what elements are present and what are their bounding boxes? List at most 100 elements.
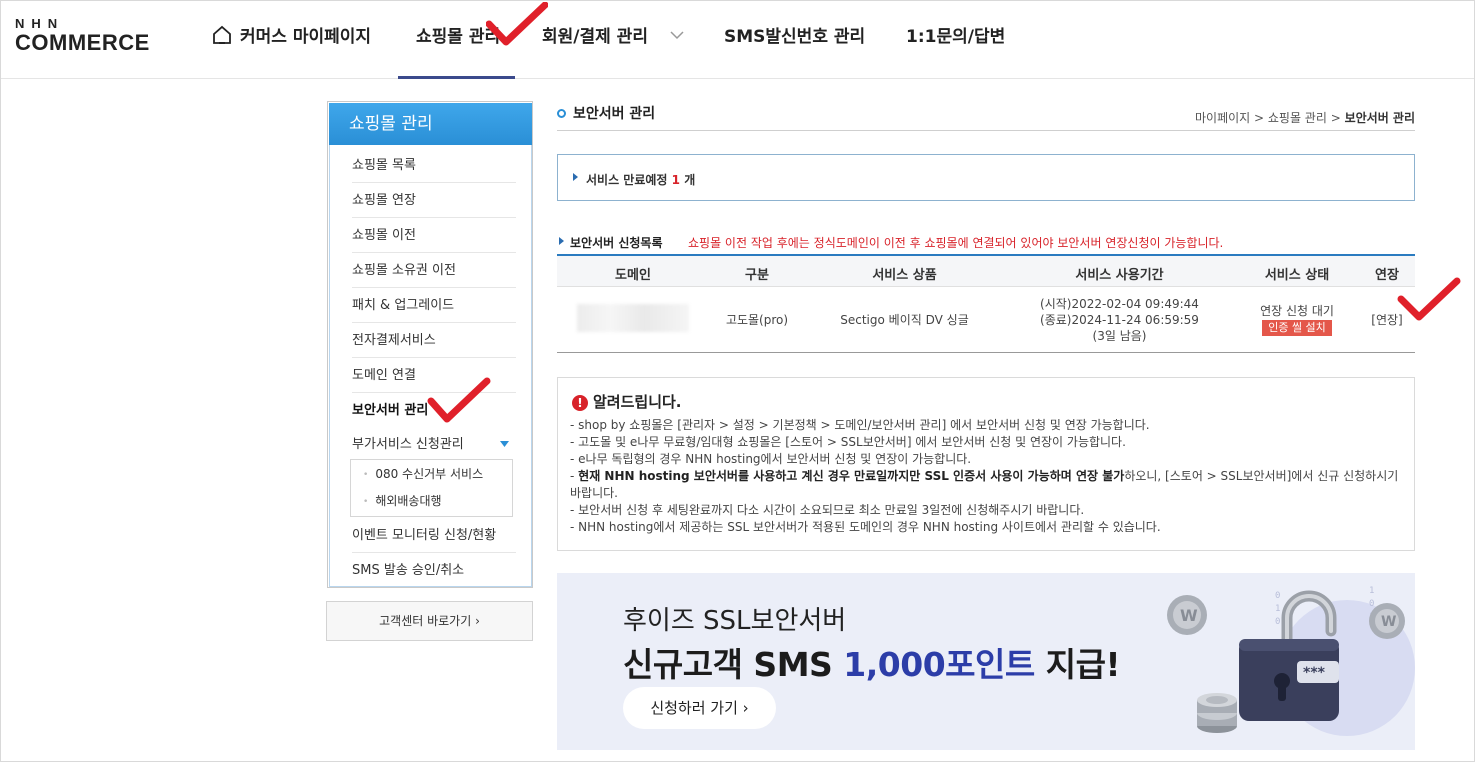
chevron-down-icon [500, 441, 509, 447]
sidebar-item-ownership[interactable]: 쇼핑몰 소유권 이전 [352, 253, 516, 288]
sidebar-menu: 쇼핑몰 목록 쇼핑몰 연장 쇼핑몰 이전 쇼핑몰 소유권 이전 패치 & 업그레… [329, 145, 532, 587]
banner-apply-button[interactable]: 신청하러 가기 › [623, 687, 776, 729]
notice-line: - shop by 쇼핑몰은 [관리자 > 설정 > 기본정책 > 도메인/보안… [570, 418, 1150, 432]
table-header: 도메인 구분 서비스 상품 서비스 사용기간 서비스 상태 연장 [557, 254, 1415, 287]
page-title-text: 보안서버 관리 [573, 106, 656, 122]
promo-banner[interactable]: 후이즈 SSL보안서버 신규고객 SMS 1,000포인트 지급! 신청하러 가… [557, 573, 1415, 750]
svg-text:W: W [1180, 606, 1198, 625]
page-title: 보안서버 관리 [557, 103, 655, 123]
notice-line: - NHN hosting에서 제공하는 SSL 보안서버가 적용된 도메인의 … [570, 520, 1161, 534]
nav-sms-sender[interactable]: SMS발신번호 관리 [724, 25, 865, 49]
bullet-icon [557, 109, 566, 118]
breadcrumb-item[interactable]: 쇼핑몰 관리 [1268, 111, 1327, 125]
nav-label: 회원/결제 관리 [542, 27, 648, 47]
sub-item-080[interactable]: 080 수신거부 서비스 [363, 463, 483, 485]
lock-text: *** [1303, 665, 1326, 681]
type-cell: 고도몰(pro) [725, 313, 789, 327]
annotation-checkmark-icon [486, 2, 548, 46]
notice-line: - 고도몰 및 e나무 무료형/임대형 쇼핑몰은 [스토어 > SSL보안서버]… [570, 435, 1126, 449]
notice-line: - 보안서버 신청 후 세팅완료까지 다소 시간이 소요되므로 최소 만료일 3… [570, 503, 1085, 517]
sidebar-submenu: 080 수신거부 서비스 해외배송대행 [350, 459, 513, 517]
domain-cell-redacted [577, 304, 689, 332]
sidebar-title: 쇼핑몰 관리 [329, 103, 532, 145]
banner-headline-suffix: 지급! [1034, 645, 1121, 684]
sidebar-item-payment[interactable]: 전자결제서비스 [352, 323, 516, 358]
caret-right-icon [573, 173, 578, 181]
svg-text:1: 1 [1369, 586, 1374, 596]
padlock-illustration: 010 10 101 *** W W [1167, 586, 1415, 736]
sub-item-overseas[interactable]: 해외배송대행 [363, 490, 441, 512]
period-start: (시작)2022-02-04 09:49:44 [1040, 297, 1199, 311]
logo-bottom-text: COMMERCE [15, 30, 150, 55]
expire-notice-box: 서비스 만료예정 1 개 [557, 154, 1415, 201]
breadcrumb-separator: > [1250, 111, 1268, 125]
table-row: 고도몰(pro) Sectigo 베이직 DV 싱글 (시작)2022-02-0… [557, 287, 1415, 353]
expire-label: 서비스 만료예정 [586, 173, 668, 187]
nav-inquiry[interactable]: 1:1문의/답변 [906, 25, 1005, 49]
sidebar-item-shop-extend[interactable]: 쇼핑몰 연장 [352, 183, 516, 218]
col-domain: 도메인 [615, 268, 651, 283]
svg-text:1: 1 [1275, 604, 1280, 614]
chevron-down-icon [670, 31, 684, 40]
breadcrumb-item[interactable]: 마이페이지 [1195, 111, 1250, 125]
sidebar-item-shop-move[interactable]: 쇼핑몰 이전 [352, 218, 516, 253]
banner-headline-prefix: 신규고객 SMS [623, 645, 844, 684]
sidebar-item-shop-list[interactable]: 쇼핑몰 목록 [352, 148, 516, 183]
period-end: (종료)2024-11-24 06:59:59 [1040, 313, 1199, 327]
notice-title: ! 알려드립니다. [572, 391, 682, 412]
col-status: 서비스 상태 [1264, 268, 1330, 283]
breadcrumb-separator: > [1326, 111, 1345, 125]
customer-center-button[interactable]: 고객센터 바로가기 › [326, 601, 533, 641]
expire-count: 1 [671, 173, 681, 187]
caret-right-icon [559, 237, 564, 245]
sidebar-item-sms[interactable]: SMS 발송 승인/취소 [352, 553, 516, 588]
nav-commerce-mypage[interactable]: 커머스 마이페이지 [212, 25, 371, 49]
status-text: 연장 신청 대기 [1260, 304, 1334, 318]
notice-title-text: 알려드립니다. [593, 393, 682, 411]
list-warning: 쇼핑몰 이전 작업 후에는 정식도메인이 이전 후 쇼핑몰에 연결되어 있어야 … [688, 236, 1224, 250]
svg-text:0: 0 [1369, 599, 1374, 609]
sidebar-item-event[interactable]: 이벤트 모니터링 신청/현황 [352, 518, 516, 553]
expire-unit: 개 [684, 173, 696, 187]
notice-line: - e나무 독립형의 경우 NHN hosting에서 보안서버 신청 및 연장… [570, 452, 972, 466]
col-product: 서비스 상품 [872, 268, 937, 283]
alert-icon: ! [572, 395, 588, 411]
breadcrumb: 마이페이지 > 쇼핑몰 관리 > 보안서버 관리 [1195, 109, 1415, 126]
period-cell: (시작)2022-02-04 09:49:44 (종료)2024-11-24 0… [1027, 296, 1212, 344]
nav-label: SMS발신번호 관리 [724, 27, 866, 47]
col-type: 구분 [745, 268, 769, 283]
list-title: 보안서버 신청목록 [570, 236, 663, 250]
nav-member-payment[interactable]: 회원/결제 관리 [542, 25, 684, 49]
notice-bold: 현재 NHN hosting 보안서버를 사용하고 계신 경우 만료일까지만 S… [578, 469, 1125, 483]
nav-label: 1:1문의/답변 [906, 27, 1006, 47]
top-header: NHN COMMERCE 커머스 마이페이지 쇼핑몰 관리 회원/결제 관리 S… [1, 1, 1474, 79]
notice-box: ! 알려드립니다. - shop by 쇼핑몰은 [관리자 > 설정 > 기본정책… [557, 377, 1415, 551]
nhn-commerce-logo[interactable]: NHN COMMERCE [15, 17, 150, 55]
logo-top-text: NHN [15, 16, 65, 31]
svg-text:0: 0 [1275, 617, 1280, 627]
expire-notice-text: 서비스 만료예정 1 개 [586, 171, 695, 188]
status-cell: 연장 신청 대기 인증 씰 설치 [1237, 303, 1357, 336]
nav-label: 커머스 마이페이지 [240, 27, 372, 47]
home-icon [213, 25, 231, 44]
annotation-checkmark-icon [1397, 277, 1461, 321]
notice-line: - 현재 NHN hosting 보안서버를 사용하고 계신 경우 만료일까지만… [570, 469, 1399, 500]
svg-text:W: W [1381, 614, 1396, 630]
banner-headline-highlight: 1,000포인트 [843, 645, 1035, 684]
sidebar-item-patch[interactable]: 패치 & 업그레이드 [352, 288, 516, 323]
sidebar-item-label: 부가서비스 신청관리 [352, 437, 464, 452]
nav-active-indicator [398, 76, 515, 79]
banner-subtitle: 후이즈 SSL보안서버 [623, 606, 847, 636]
notice-body: - shop by 쇼핑몰은 [관리자 > 설정 > 기본정책 > 도메인/보안… [570, 417, 1404, 536]
breadcrumb-current: 보안서버 관리 [1344, 111, 1415, 125]
banner-headline: 신규고객 SMS 1,000포인트 지급! [623, 638, 1121, 686]
cert-seal-button[interactable]: 인증 씰 설치 [1262, 320, 1332, 336]
svg-text:0: 0 [1275, 591, 1280, 601]
product-cell: Sectigo 베이직 DV 싱글 [840, 313, 969, 327]
annotation-checkmark-icon [427, 377, 491, 423]
col-period: 서비스 사용기간 [1075, 268, 1164, 283]
sidebar: 쇼핑몰 관리 쇼핑몰 목록 쇼핑몰 연장 쇼핑몰 이전 쇼핑몰 소유권 이전 패… [327, 101, 533, 588]
sidebar-item-addon[interactable]: 부가서비스 신청관리 [352, 427, 516, 462]
period-remaining: (3일 남음) [1092, 329, 1147, 343]
divider [557, 130, 1415, 131]
